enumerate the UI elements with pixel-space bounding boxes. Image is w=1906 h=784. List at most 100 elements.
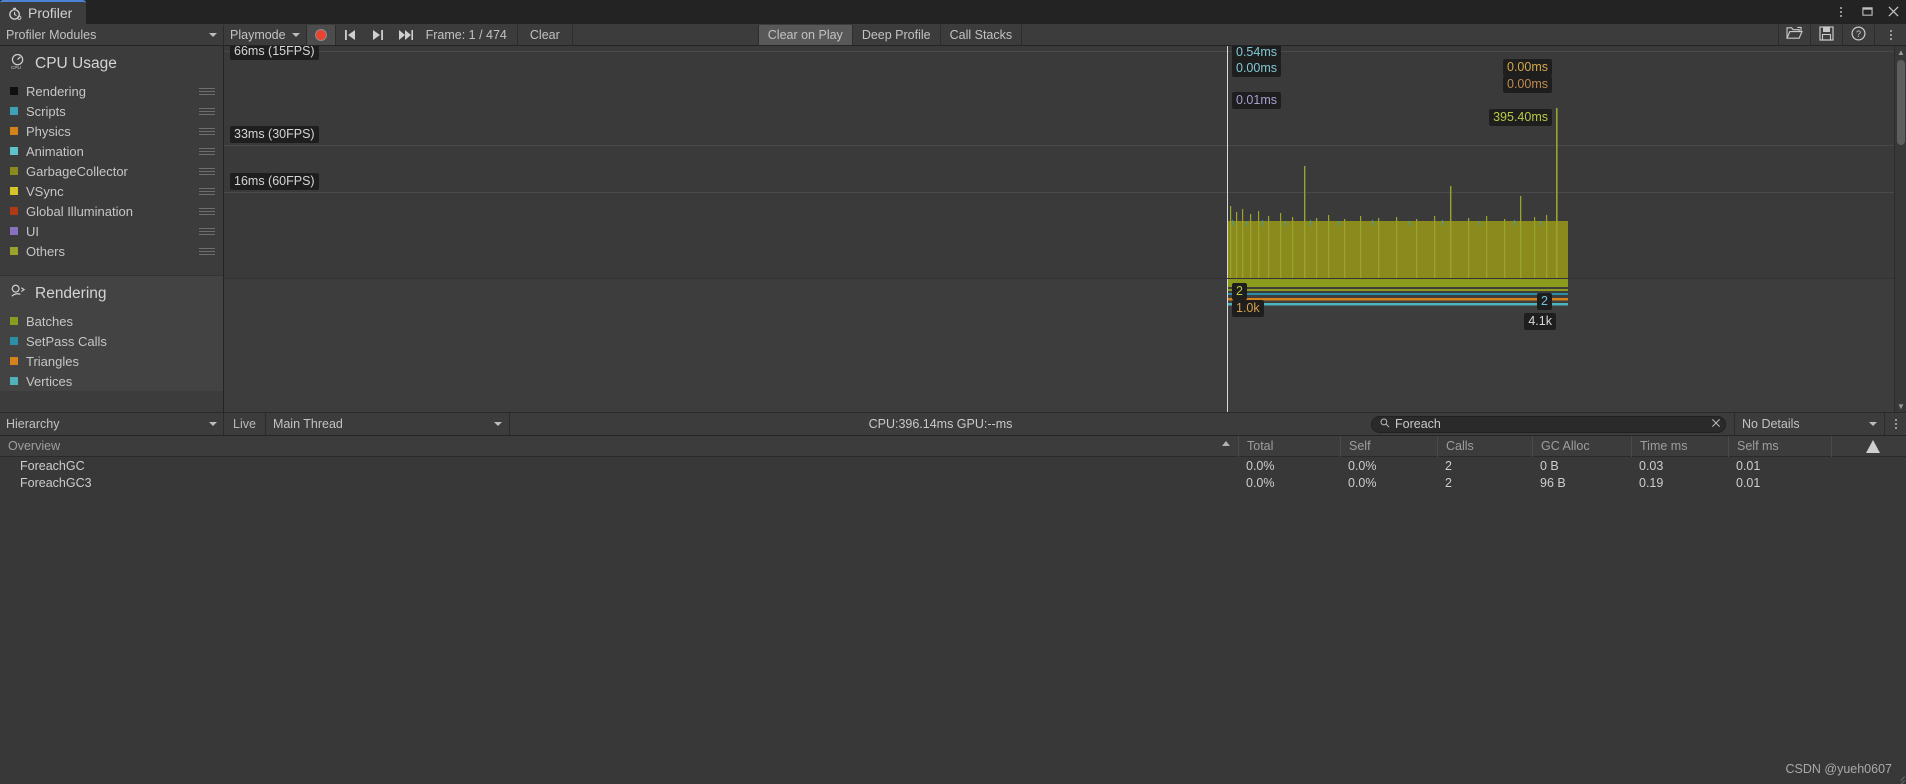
column-label: Time ms: [1640, 439, 1688, 453]
scroll-down-icon[interactable]: ▼: [1895, 400, 1906, 412]
module-item-global-illumination[interactable]: Global Illumination: [0, 201, 223, 221]
module-group-cpu-usage[interactable]: CPU CPU Usage Rendering Scripts Physics: [0, 46, 223, 261]
call-stacks-toggle[interactable]: Call Stacks: [940, 24, 1023, 45]
hierarchy-menu-button[interactable]: [1884, 413, 1906, 435]
drag-handle-icon[interactable]: [199, 247, 215, 255]
module-item-others[interactable]: Others: [0, 241, 223, 261]
clear-label: Clear: [529, 27, 560, 42]
clear-icon[interactable]: [1711, 417, 1721, 431]
cpu-value-others: 0.01ms: [1232, 92, 1281, 109]
module-item-label: GarbageCollector: [26, 163, 128, 179]
cell-self: 0.0%: [1348, 475, 1377, 490]
search-value[interactable]: Foreach: [1395, 417, 1706, 431]
column-header-time-ms[interactable]: Time ms: [1631, 435, 1728, 457]
gridline-33ms: [224, 145, 1894, 146]
save-profile-button[interactable]: [1810, 24, 1842, 45]
charts-vertical-scrollbar[interactable]: ▲ ▼: [1894, 46, 1906, 412]
load-profile-button[interactable]: [1778, 24, 1810, 45]
drag-handle-icon[interactable]: [199, 127, 215, 135]
module-group-rendering[interactable]: Rendering Batches SetPass Calls Triangle…: [0, 275, 223, 391]
deep-profile-toggle[interactable]: Deep Profile: [852, 24, 941, 45]
column-header-total[interactable]: Total: [1238, 435, 1340, 457]
module-item-label: SetPass Calls: [26, 333, 107, 349]
thread-label: Main Thread: [272, 417, 343, 431]
scroll-up-icon[interactable]: ▲: [1895, 46, 1906, 58]
details-view-dropdown[interactable]: No Details: [1734, 413, 1884, 435]
table-row[interactable]: ForeachGC3 0.0% 0.0% 2 96 B 0.19 0.01: [0, 474, 1906, 491]
window-resize-grip[interactable]: [1893, 771, 1905, 784]
profiler-stopwatch-icon: [8, 6, 23, 21]
module-item-animation[interactable]: Animation: [0, 141, 223, 161]
next-frame-button[interactable]: [364, 25, 392, 45]
column-label: Self: [1349, 439, 1371, 453]
module-item-garbagecollector[interactable]: GarbageCollector: [0, 161, 223, 181]
cpu-usage-chart[interactable]: 66ms (15FPS) 33ms (30FPS) 16ms (60FPS) 0…: [224, 46, 1894, 278]
module-item-scripts[interactable]: Scripts: [0, 101, 223, 121]
profiler-modules-label: Profiler Modules: [6, 27, 97, 42]
scrollbar-thumb[interactable]: [1897, 60, 1905, 145]
kebab-menu-icon: [1889, 29, 1892, 40]
window-menu-button[interactable]: [1828, 0, 1854, 24]
module-item-vertices[interactable]: Vertices: [0, 371, 223, 391]
thread-dropdown[interactable]: Main Thread: [264, 413, 510, 435]
cell-name: ForeachGC3: [20, 475, 92, 490]
module-item-label: Animation: [26, 143, 84, 159]
module-item-rendering[interactable]: Rendering: [0, 81, 223, 101]
chart-cursor-line[interactable]: [1227, 46, 1228, 278]
chevron-down-icon: [209, 32, 217, 37]
fps-label-60: 16ms (60FPS): [230, 173, 319, 190]
previous-frame-icon: [343, 29, 357, 41]
clear-button[interactable]: Clear: [516, 24, 573, 45]
drag-handle-icon[interactable]: [199, 147, 215, 155]
drag-handle-icon[interactable]: [199, 227, 215, 235]
color-swatch: [10, 317, 18, 325]
help-button[interactable]: ?: [1842, 24, 1874, 45]
module-item-vsync[interactable]: VSync: [0, 181, 223, 201]
toolbar-more-button[interactable]: [1874, 24, 1906, 45]
drag-handle-icon[interactable]: [199, 167, 215, 175]
cell-time-ms: 0.19: [1639, 475, 1664, 490]
color-swatch: [10, 207, 18, 215]
module-item-label: Physics: [26, 123, 71, 139]
column-header-self-ms[interactable]: Self ms: [1728, 435, 1831, 457]
tab-label: Profiler: [28, 5, 73, 21]
drag-handle-icon[interactable]: [199, 87, 215, 95]
help-icon: ?: [1851, 25, 1866, 44]
drag-handle-icon[interactable]: [199, 187, 215, 195]
close-icon: [1887, 5, 1899, 20]
column-label: Total: [1247, 439, 1274, 453]
table-row[interactable]: ForeachGC 0.0% 0.0% 2 0 B 0.03 0.01: [0, 457, 1906, 474]
playmode-dropdown[interactable]: Playmode: [224, 24, 306, 45]
cpu-icon: CPU: [10, 53, 27, 75]
module-item-physics[interactable]: Physics: [0, 121, 223, 141]
clear-on-play-toggle[interactable]: Clear on Play: [757, 24, 853, 45]
column-header-overview[interactable]: Overview: [0, 436, 1238, 457]
last-frame-button[interactable]: [392, 25, 420, 45]
chevron-down-icon: [291, 32, 300, 37]
clear-on-play-label: Clear on Play: [767, 27, 843, 42]
module-item-triangles[interactable]: Triangles: [0, 351, 223, 371]
column-header-flag[interactable]: [1831, 435, 1906, 457]
color-swatch: [10, 107, 18, 115]
module-item-ui[interactable]: UI: [0, 221, 223, 241]
cpu-value-animation: 0.54ms: [1232, 46, 1281, 61]
profiler-modules-dropdown[interactable]: Profiler Modules: [0, 24, 224, 45]
search-input[interactable]: Foreach: [1371, 415, 1726, 433]
record-button[interactable]: [305, 24, 336, 45]
hierarchy-view-dropdown[interactable]: Hierarchy: [0, 413, 224, 435]
maximize-button[interactable]: [1854, 0, 1880, 24]
module-title: CPU Usage: [35, 55, 117, 72]
column-header-gc-alloc[interactable]: GC Alloc: [1532, 435, 1631, 457]
module-item-batches[interactable]: Batches: [0, 311, 223, 331]
previous-frame-button[interactable]: [336, 25, 364, 45]
column-header-self[interactable]: Self: [1340, 435, 1437, 457]
drag-handle-icon[interactable]: [199, 107, 215, 115]
rendering-cursor-line[interactable]: [1227, 279, 1228, 412]
close-button[interactable]: [1880, 0, 1906, 24]
rendering-chart[interactable]: 2 2 1.0k 4.1k: [224, 278, 1894, 412]
column-header-calls[interactable]: Calls: [1437, 435, 1532, 457]
tab-profiler[interactable]: Profiler: [0, 0, 87, 24]
module-item-setpass-calls[interactable]: SetPass Calls: [0, 331, 223, 351]
chevron-down-icon: [209, 422, 217, 426]
drag-handle-icon[interactable]: [199, 207, 215, 215]
